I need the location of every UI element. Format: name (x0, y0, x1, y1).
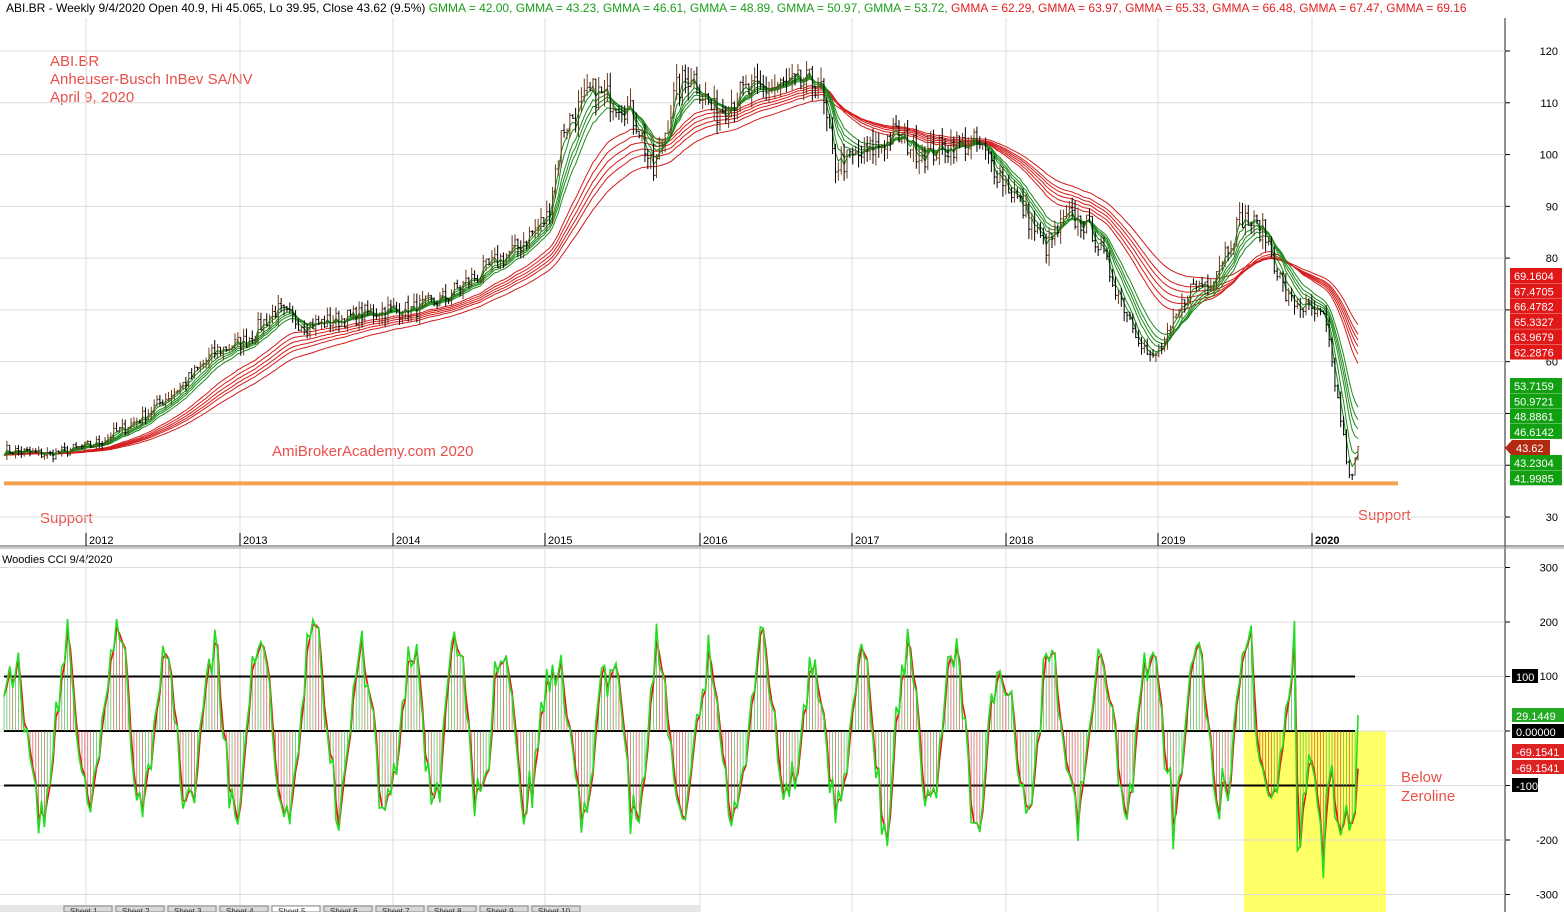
header-gmma-0: GMMA = 42.00, (429, 1, 516, 15)
header-ohlc: - Weekly 9/4/2020 Open 40.9, Hi 45.065, … (45, 1, 428, 15)
header-gmma-10: GMMA = 67.47, (1299, 1, 1386, 15)
sheet-tab-label[interactable]: Sheet 6 (330, 907, 358, 916)
below-zero-label-1: Below (1401, 769, 1442, 786)
x-tick-label: 2016 (703, 535, 727, 547)
header-gmma-2: GMMA = 46.61, (603, 1, 690, 15)
cci-label: 100 (1516, 672, 1534, 684)
price-label-gmma-long: 69.1604 (1514, 271, 1554, 283)
sheet-tab-label[interactable]: Sheet 5 (278, 907, 306, 916)
header-gmma-11: GMMA = 69.16 (1386, 1, 1467, 15)
sheet-tab-label[interactable]: Sheet 3 (174, 907, 202, 916)
sheet-tab-label[interactable]: Sheet 10 (538, 907, 571, 916)
header-gmma-4: GMMA = 50.97, (777, 1, 864, 15)
y-tick-label: 80 (1546, 253, 1558, 265)
sheet-tab-label[interactable]: Sheet 1 (70, 907, 98, 916)
price-label-gmma-short: 46.6142 (1514, 427, 1554, 439)
cci-y-tick-label: -300 (1536, 890, 1558, 902)
x-tick-label: 2015 (548, 535, 572, 547)
close-label: 43.62 (1516, 443, 1544, 455)
cci-pane-title: Woodies CCI 9/4/2020 (2, 554, 112, 566)
header-gmma-3: GMMA = 48.89, (690, 1, 777, 15)
price-label-gmma-short-low: 43.2304 (1514, 458, 1554, 470)
y-tick-label: 30 (1546, 512, 1558, 524)
y-tick-label: 90 (1546, 201, 1558, 213)
y-tick-label: 110 (1540, 98, 1558, 110)
price-label-gmma-short: 53.7159 (1514, 381, 1554, 393)
support-label-right: Support (1358, 507, 1411, 524)
header-gmma-6: GMMA = 62.29, (951, 1, 1038, 15)
header-symbol: ABI.BR (6, 1, 46, 15)
cci-y-tick-label: 200 (1540, 617, 1558, 629)
price-label-gmma-long: 62.2876 (1514, 348, 1554, 360)
cci-y-tick-label: -200 (1536, 835, 1558, 847)
x-tick-label: 2017 (855, 535, 879, 547)
header-gmma-8: GMMA = 65.33, (1125, 1, 1212, 15)
price-label-gmma-long: 65.3327 (1514, 317, 1554, 329)
x-tick-label: 2019 (1161, 535, 1185, 547)
cci-label: -69.1541 (1516, 763, 1559, 775)
cci-label: -100 (1516, 781, 1538, 793)
y-tick-label: 100 (1540, 150, 1558, 162)
sheet-tab-label[interactable]: Sheet 8 (434, 907, 462, 916)
x-tick-label: 2020 (1315, 535, 1339, 547)
header-gmma-7: GMMA = 63.97, (1038, 1, 1125, 15)
cci-label: 29.1449 (1516, 711, 1556, 723)
watermark: AmiBrokerAcademy.com 2020 (272, 443, 473, 460)
price-label-gmma-short: 50.9721 (1514, 396, 1554, 408)
sheet-tab-label[interactable]: Sheet 2 (122, 907, 150, 916)
header-gmma-5: GMMA = 53.72, (864, 1, 951, 15)
sheet-tab-label[interactable]: Sheet 4 (226, 907, 254, 916)
cci-label: -69.1541 (1516, 747, 1559, 759)
cci-y-tick-label: 100 (1540, 671, 1558, 683)
support-label-left: Support (40, 510, 93, 527)
x-tick-label: 2012 (89, 535, 113, 547)
header-gmma-9: GMMA = 66.48, (1212, 1, 1299, 15)
below-zero-label-2: Zeroline (1401, 788, 1455, 805)
x-tick-label: 2013 (243, 535, 267, 547)
chart-canvas[interactable]: ABI.BR - Weekly 9/4/2020 Open 40.9, Hi 4… (0, 0, 1564, 916)
title-line-company: Anheuser-Busch InBev SA/NV (50, 71, 253, 88)
cci-y-tick-label: 300 (1540, 563, 1558, 575)
cci-label: 0.00000 (1516, 727, 1556, 739)
x-tick-label: 2018 (1009, 535, 1033, 547)
header-gmma-1: GMMA = 43.23, (516, 1, 603, 15)
sheet-tab-label[interactable]: Sheet 7 (382, 907, 410, 916)
title-line-symbol: ABI.BR (50, 53, 99, 70)
title-line-date: April 9, 2020 (50, 89, 134, 106)
x-tick-label: 2014 (396, 535, 420, 547)
price-label-gmma-long: 63.9679 (1514, 332, 1554, 344)
price-label-gmma-long: 67.4705 (1514, 286, 1554, 298)
price-label-gmma-short-low: 41.9985 (1514, 473, 1554, 485)
chart-window: ABI.BR - Weekly 9/4/2020 Open 40.9, Hi 4… (0, 0, 1564, 916)
header-legend: ABI.BR - Weekly 9/4/2020 Open 40.9, Hi 4… (6, 1, 1467, 15)
y-tick-label: 120 (1540, 46, 1558, 58)
price-label-gmma-long: 66.4782 (1514, 302, 1554, 314)
sheet-tab-label[interactable]: Sheet 9 (486, 907, 514, 916)
price-label-gmma-short: 48.8861 (1514, 412, 1554, 424)
